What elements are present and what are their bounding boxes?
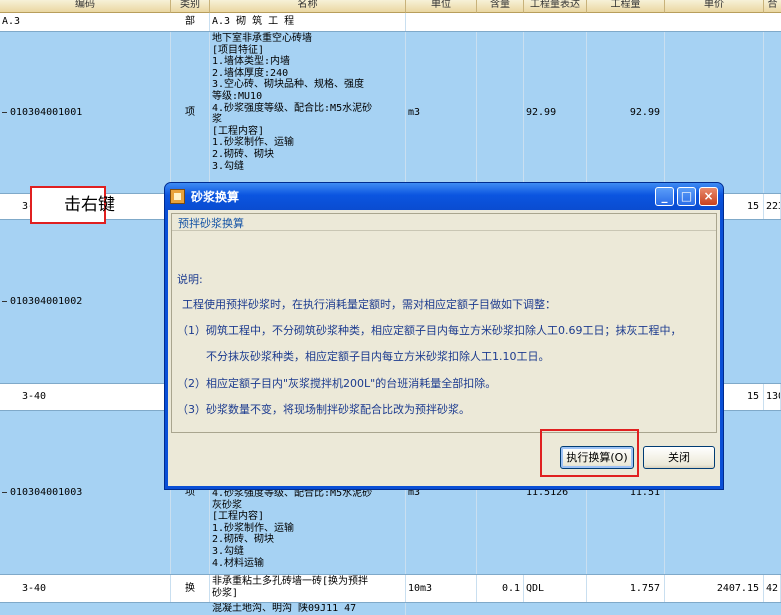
note-item-1-cont: 不分抹灰砂浆种类，相应定额子目内每立方米砂浆扣除人工1.10工日。 xyxy=(206,350,550,363)
cell-code: 010304001003 xyxy=(0,411,171,574)
dialog-titlebar[interactable]: 砂浆换算 _ □ × xyxy=(165,183,723,210)
cell-type: 项 xyxy=(171,32,210,193)
app-icon xyxy=(170,189,185,204)
cell-code: 010304001001 xyxy=(0,32,171,193)
close-icon[interactable]: × xyxy=(699,187,718,206)
collapse-icon[interactable] xyxy=(2,492,7,493)
cell-content: 0.1 xyxy=(477,575,524,602)
cell-quantity: 92.99 xyxy=(587,32,665,193)
note-item-3: （3）砂浆数量不变，将现场制拌砂浆配合比改为预拌砂浆。 xyxy=(177,403,470,416)
group-label: 预拌砂浆换算 xyxy=(178,217,244,230)
column-header-total[interactable]: 合 xyxy=(764,0,781,13)
premix-mortar-group: 预拌砂浆换算 说明: 工程使用预拌砂浆时，在执行消耗量定额时，需对相应定额子目做… xyxy=(171,213,717,433)
column-header-name[interactable]: 名称 xyxy=(210,0,406,13)
cell-name: A.3 砌 筑 工 程 xyxy=(210,13,406,31)
cell-type: 换 xyxy=(171,575,210,602)
cell-type: 部 xyxy=(171,13,210,31)
column-header-unit[interactable]: 单位 xyxy=(406,0,477,13)
cell-description: 地下室非承重空心砖墙 [项目特征] 1.墙体类型:内墙 2.墙体厚度:240 3… xyxy=(210,32,406,193)
column-header-quantity[interactable]: 工程量 xyxy=(587,0,665,13)
column-header-unit-price[interactable]: 单价 xyxy=(665,0,764,13)
table-row[interactable]: 混凝土地沟、明沟 陕09J11 47 xyxy=(0,603,781,615)
cell-code: 3-40 xyxy=(0,384,171,410)
dialog-title: 砂浆换算 xyxy=(191,190,240,204)
cell-quantity: 1.757 xyxy=(587,575,665,602)
collapse-icon[interactable] xyxy=(2,301,7,302)
column-header-code[interactable]: 编码 xyxy=(0,0,171,13)
cell-qty-expression: QDL xyxy=(524,575,587,602)
highlight-box xyxy=(540,429,639,477)
cell-total: 130 xyxy=(764,384,781,410)
table-row[interactable]: 3-40 换 非承重粘土多孔砖墙一砖[换为预拌 砂浆] 10m3 0.1 QDL… xyxy=(0,575,781,602)
cell-description: 混凝土地沟、明沟 陕09J11 47 xyxy=(210,603,406,615)
close-button[interactable]: 关闭 xyxy=(643,446,715,469)
cell-code: 3-40 xyxy=(0,575,171,602)
column-header-qty-expression[interactable]: 工程量表达 xyxy=(524,0,587,13)
cell-total: 223 xyxy=(764,194,781,219)
cell-code: 010304001002 xyxy=(0,220,171,383)
cell-unit-price xyxy=(665,32,764,193)
cell-unit: 10m3 xyxy=(406,575,477,602)
column-header-content[interactable]: 含量 xyxy=(477,0,524,13)
mortar-conversion-dialog: 砂浆换算 _ □ × 预拌砂浆换算 说明: 工程使用预拌砂浆时，在执行消耗量定额… xyxy=(164,182,724,490)
cell-unit-price: 2407.15 xyxy=(665,575,764,602)
table-row[interactable]: 010304001001 项 地下室非承重空心砖墙 [项目特征] 1.墙体类型:… xyxy=(0,32,781,193)
cell-qty-expression: 92.99 xyxy=(524,32,587,193)
note-item-2: （2）相应定额子目内"灰浆搅拌机200L"的台班消耗量全部扣除。 xyxy=(177,377,497,390)
note-label: 说明: xyxy=(177,273,203,286)
note-intro: 工程使用预拌砂浆时，在执行消耗量定额时，需对相应定额子目做如下调整： xyxy=(182,298,556,311)
cell-description: 非承重粘土多孔砖墙一砖[换为预拌 砂浆] xyxy=(210,575,406,602)
table-row-section[interactable]: A.3 部 A.3 砌 筑 工 程 xyxy=(0,13,781,31)
maximize-button[interactable]: □ xyxy=(677,187,696,206)
note-item-1: （1）砌筑工程中，不分砌筑砂浆种类，相应定额子目内每立方米砂浆扣除人工0.69工… xyxy=(177,324,682,337)
collapse-icon[interactable] xyxy=(2,112,7,113)
cell-unit: m3 xyxy=(406,32,477,193)
cell-total: 42 xyxy=(764,575,781,602)
minimize-button[interactable]: _ xyxy=(655,187,674,206)
right-click-callout: 击右键 xyxy=(30,186,115,224)
column-header-type[interactable]: 类别 xyxy=(171,0,210,13)
cell-content xyxy=(477,32,524,193)
